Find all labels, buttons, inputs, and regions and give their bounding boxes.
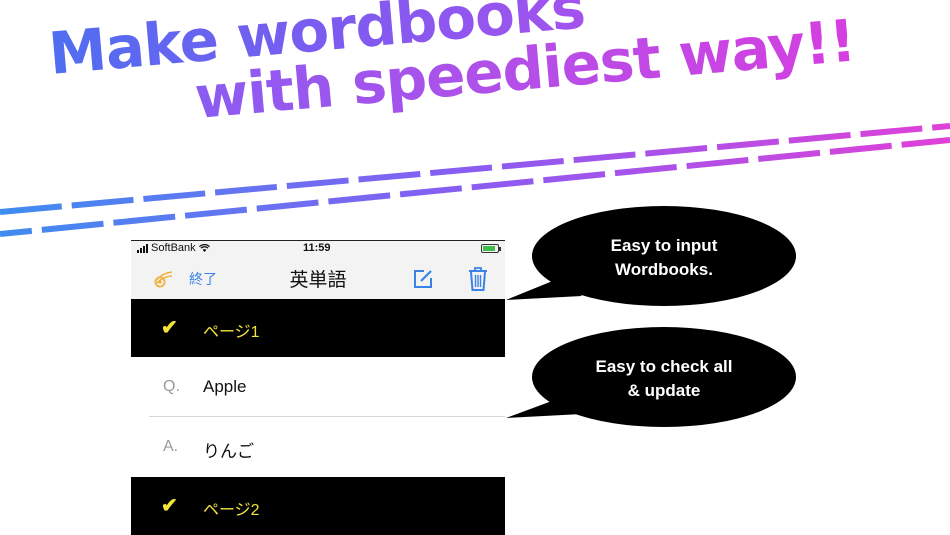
trash-icon[interactable] — [467, 266, 489, 292]
carrier-name: SoftBank — [151, 242, 196, 254]
status-time: 11:59 — [303, 242, 331, 254]
question-mark-label: Q. — [163, 378, 180, 395]
callout-2-text: Easy to check all & update — [566, 355, 762, 403]
callout-1-line-2: Wordbooks. — [615, 260, 713, 279]
compose-icon[interactable] — [411, 267, 435, 291]
answer-mark-label: A. — [163, 438, 179, 455]
question-row[interactable]: Q. Apple — [131, 357, 505, 416]
answer-text[interactable]: りんご — [203, 437, 254, 462]
done-button[interactable]: 終了 — [189, 269, 217, 289]
page-label: ページ1 — [203, 324, 260, 341]
comet-icon[interactable] — [153, 267, 175, 289]
callout-2-line-1: Easy to check all — [595, 357, 733, 376]
callout-2-line-2: & update — [627, 381, 701, 400]
wifi-icon — [198, 243, 210, 252]
page-row[interactable]: ✔ ページ1 — [131, 299, 505, 357]
callout-1-line-1: Easy to input — [610, 236, 718, 255]
status-bar: SoftBank 11:59 — [131, 241, 505, 257]
nav-title: 英単語 — [289, 270, 347, 291]
checkmark-icon: ✔ — [161, 495, 178, 517]
signal-icon — [137, 243, 148, 253]
navigation-bar: 終了 英単語 — [131, 257, 505, 300]
checkmark-icon: ✔ — [161, 317, 178, 339]
headline: Make wordbooks with speediest way!! — [0, 0, 950, 240]
callout-1-text: Easy to input Wordbooks. — [566, 234, 762, 282]
answer-row[interactable]: A. りんご — [131, 417, 505, 476]
phone-screenshot: SoftBank 11:59 終了 英単語 ✔ ページ1 Q. Apple A.… — [131, 240, 505, 535]
question-text[interactable]: Apple — [203, 377, 246, 397]
carrier: SoftBank — [137, 242, 210, 254]
battery-icon — [481, 244, 501, 253]
page-label: ページ2 — [203, 502, 260, 519]
page-row[interactable]: ✔ ページ2 — [131, 477, 505, 535]
